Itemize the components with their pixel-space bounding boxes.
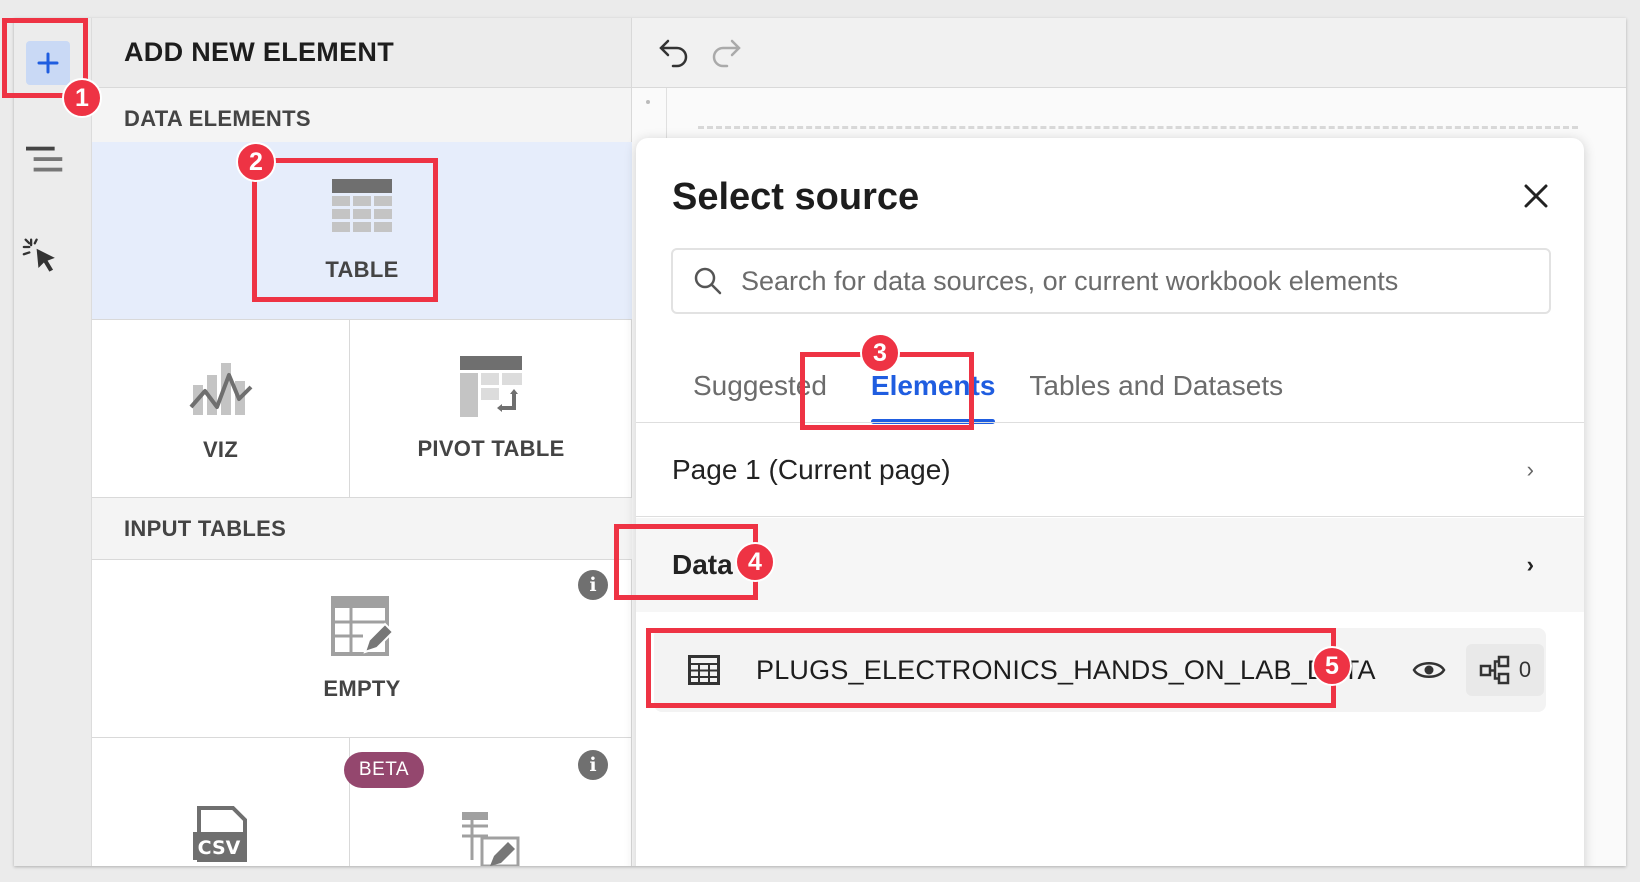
add-element-button[interactable] bbox=[26, 41, 70, 85]
empty-info-icon[interactable]: i bbox=[578, 570, 608, 600]
svg-text:CSV: CSV bbox=[197, 837, 240, 859]
canvas-guide bbox=[698, 126, 1578, 129]
screenshot-stage: ADD NEW ELEMENT DATA ELEMENTS TABLE VIZ … bbox=[0, 0, 1640, 882]
outline-icon bbox=[26, 146, 63, 172]
source-search-input[interactable] bbox=[741, 265, 1541, 297]
canvas-toolbar bbox=[632, 18, 1626, 88]
pivot-icon bbox=[460, 355, 522, 417]
table-tile-label: TABLE bbox=[325, 256, 399, 282]
interactions-button[interactable] bbox=[22, 236, 64, 278]
data-page-row[interactable]: Data › bbox=[636, 518, 1584, 612]
table-tile[interactable]: TABLE bbox=[92, 142, 632, 320]
empty-tile-label: EMPTY bbox=[323, 675, 401, 701]
current-page-label: Page 1 (Current page) bbox=[672, 453, 951, 485]
source-list-item[interactable]: PLUGS_ELECTRONICS_HANDS_ON_LAB_DATA 0 bbox=[654, 628, 1546, 712]
data-elements-header: DATA ELEMENTS bbox=[92, 88, 631, 150]
undo-icon[interactable] bbox=[658, 37, 690, 69]
close-icon bbox=[1524, 184, 1548, 208]
pointer-icon bbox=[22, 238, 55, 272]
empty-input-table-tile[interactable]: EMPTY bbox=[92, 560, 632, 738]
add-element-panel: ADD NEW ELEMENT DATA ELEMENTS TABLE VIZ … bbox=[92, 18, 632, 866]
eye-icon[interactable] bbox=[1412, 658, 1446, 682]
outline-button[interactable] bbox=[26, 140, 68, 182]
pivot-table-tile-label: PIVOT TABLE bbox=[417, 435, 565, 461]
callout-badge-3: 3 bbox=[860, 333, 900, 373]
lineage-icon bbox=[1479, 655, 1510, 685]
pivot-table-tile[interactable]: PIVOT TABLE bbox=[350, 320, 632, 498]
source-name: PLUGS_ELECTRONICS_HANDS_ON_LAB_DATA bbox=[756, 654, 1376, 685]
source-tabs: Suggested Elements Tables and Datasets bbox=[671, 360, 1305, 424]
panel-title: ADD NEW ELEMENT bbox=[124, 37, 394, 67]
empty-table-icon bbox=[331, 595, 393, 656]
input-tables-header: INPUT TABLES bbox=[92, 498, 632, 560]
csv-upload-tile[interactable]: CSV bbox=[92, 738, 350, 866]
left-rail bbox=[14, 18, 92, 866]
linked-info-icon[interactable]: i bbox=[578, 750, 608, 780]
current-page-row[interactable]: Page 1 (Current page) › bbox=[636, 423, 1584, 517]
search-icon bbox=[694, 267, 722, 295]
dialog-title: Select source bbox=[672, 176, 920, 218]
grid-icon bbox=[688, 655, 720, 685]
callout-badge-5: 5 bbox=[1312, 646, 1352, 686]
source-search-box[interactable] bbox=[671, 248, 1551, 314]
panel-header: ADD NEW ELEMENT bbox=[92, 18, 631, 88]
close-button[interactable] bbox=[1518, 178, 1554, 214]
select-source-dialog: Select source Suggested Elements Tables … bbox=[636, 138, 1584, 866]
lineage-button[interactable]: 0 bbox=[1466, 644, 1544, 696]
callout-badge-1: 1 bbox=[62, 78, 102, 118]
chevron-right-icon: › bbox=[1526, 456, 1534, 482]
table-icon bbox=[332, 178, 392, 232]
data-page-label: Data bbox=[672, 549, 733, 580]
lineage-count: 0 bbox=[1518, 657, 1532, 682]
plus-icon bbox=[37, 52, 59, 74]
csv-icon: CSV bbox=[192, 806, 247, 862]
linked-table-icon bbox=[462, 812, 520, 866]
callout-badge-4: 4 bbox=[735, 542, 775, 582]
viz-tile-label: VIZ bbox=[202, 436, 239, 462]
tab-suggested[interactable]: Suggested bbox=[671, 360, 849, 424]
viz-tile[interactable]: VIZ bbox=[92, 320, 350, 498]
chevron-right-icon: › bbox=[1526, 552, 1534, 577]
viz-icon bbox=[188, 362, 252, 415]
callout-badge-2: 2 bbox=[236, 142, 276, 182]
canvas-dot bbox=[646, 100, 650, 104]
redo-icon[interactable] bbox=[710, 37, 742, 69]
tab-tables-and-datasets[interactable]: Tables and Datasets bbox=[1017, 360, 1305, 424]
